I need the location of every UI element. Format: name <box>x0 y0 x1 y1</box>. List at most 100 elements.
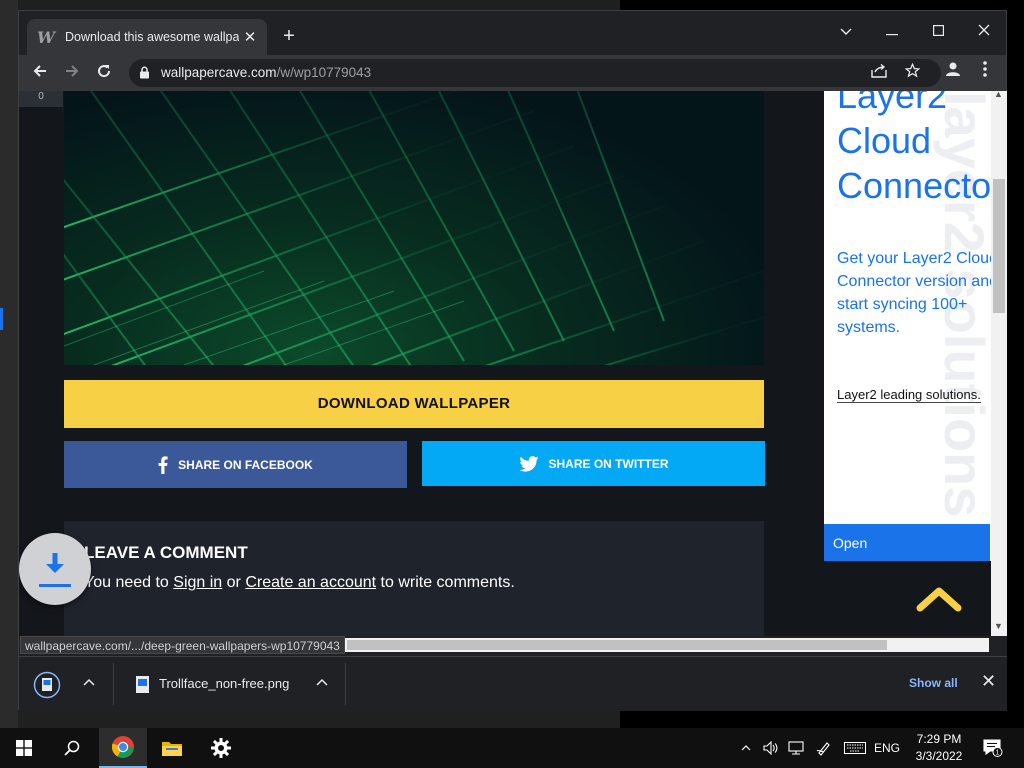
ad-body-line: start syncing 100+ <box>837 296 968 313</box>
background-window-titlebar <box>0 0 620 10</box>
touch-keyboard-button[interactable] <box>842 728 868 768</box>
create-account-link[interactable]: Create an account <box>245 574 376 591</box>
windows-logo-icon <box>16 740 32 756</box>
clock-time: 7:29 PM <box>916 732 962 746</box>
ad-body-line: systems. <box>837 319 901 336</box>
wallpapercave-favicon-icon: W <box>37 27 55 47</box>
action-center-button[interactable]: 1 <box>978 728 1008 768</box>
search-button[interactable] <box>48 728 96 768</box>
profile-button[interactable] <box>940 60 966 86</box>
page-viewport: 0 DOWNLOAD WALLPAPER SHARE ON FACEBOOK S… <box>19 91 1007 636</box>
clock-date: 3/3/2022 <box>915 749 963 763</box>
maximize-icon <box>932 25 944 37</box>
share-facebook-button[interactable]: SHARE ON FACEBOOK <box>64 441 407 488</box>
download-item-chevron-up-icon[interactable] <box>316 673 328 689</box>
minimize-button[interactable] <box>869 17 915 45</box>
link-hover-url: wallpapercave.com/.../deep-green-wallpap… <box>20 636 345 654</box>
pen-workspace-button[interactable] <box>813 728 835 768</box>
scroll-down-arrow-icon[interactable]: ▼ <box>994 621 1003 631</box>
share-twitter-label: SHARE ON TWITTER <box>548 456 669 471</box>
show-all-downloads-link[interactable]: Show all <box>909 676 958 690</box>
ad-body-line: Get your Layer2 Cloud <box>837 250 992 267</box>
image-file-icon[interactable] <box>129 671 157 699</box>
ad-headline-line: Connector <box>837 165 992 206</box>
arrow-right-icon <box>66 65 79 77</box>
share-twitter-button[interactable]: SHARE ON TWITTER <box>422 441 765 486</box>
twitter-bird-icon <box>518 455 539 472</box>
chevron-up-icon <box>741 745 751 751</box>
lock-icon <box>140 66 149 79</box>
volume-button[interactable] <box>760 728 782 768</box>
ad-headline: Layer2 Cloud Connector <box>837 91 992 208</box>
status-bar: wallpapercave.com/.../deep-green-wallpap… <box>19 636 1007 656</box>
tab-active[interactable]: W Download this awesome wallpaper ✕ <box>27 19 267 55</box>
tab-close-icon[interactable]: ✕ <box>241 28 259 46</box>
file-explorer-button[interactable] <box>148 728 196 768</box>
start-button[interactable] <box>0 728 48 768</box>
ad-headline-line: Cloud <box>837 120 932 161</box>
settings-button[interactable] <box>197 728 245 768</box>
search-icon <box>64 740 80 756</box>
ad-open-button[interactable]: Open <box>824 524 990 561</box>
chevron-down-icon <box>840 28 852 35</box>
vertical-scroll-thumb[interactable] <box>993 179 1005 313</box>
input-language-indicator[interactable]: ENG <box>872 728 902 768</box>
comment-section: LEAVE A COMMENT You need to Sign in or C… <box>64 521 764 636</box>
url-path: /w/wp10779043 <box>276 65 372 80</box>
share-icon[interactable] <box>869 63 889 83</box>
maximize-button[interactable] <box>915 17 961 45</box>
scroll-to-top-button[interactable] <box>916 584 962 614</box>
show-hidden-icons-button[interactable] <box>737 728 755 768</box>
network-button[interactable] <box>785 728 807 768</box>
comment-login-prompt: You need to Sign in or Create an account… <box>84 574 515 592</box>
download-divider <box>113 663 114 705</box>
download-arrow-icon <box>39 553 71 587</box>
address-bar[interactable]: wallpapercave.com/w/wp10779043 <box>129 59 941 87</box>
close-window-button[interactable] <box>961 17 1007 45</box>
horizontal-scrollbar[interactable] <box>345 638 989 652</box>
ad-body-text: Get your Layer2 Cloud Connector version … <box>837 247 992 339</box>
facebook-icon <box>158 455 168 474</box>
vertical-scrollbar[interactable]: ▲ ▼ <box>991 91 1007 636</box>
forward-button[interactable] <box>59 60 85 86</box>
floating-download-button[interactable] <box>19 533 91 605</box>
reload-button[interactable] <box>91 60 117 86</box>
comment-heading: LEAVE A COMMENT <box>84 543 248 562</box>
scroll-up-arrow-icon[interactable]: ▲ <box>994 91 1003 99</box>
chevron-up-icon <box>916 587 962 612</box>
downloaded-file-icon[interactable] <box>33 671 61 699</box>
speaker-icon <box>763 741 778 755</box>
advertisement-panel[interactable]: layer2 solutions Layer2 Cloud Connector … <box>824 91 992 561</box>
tab-title: Download this awesome wallpaper <box>65 30 239 44</box>
background-selection-marker <box>0 308 3 330</box>
folder-icon <box>162 742 182 756</box>
url-text[interactable]: wallpapercave.com/w/wp10779043 <box>161 65 371 80</box>
download-item-chevron-up-icon[interactable] <box>83 673 95 689</box>
comment-prefix: You need to <box>84 574 174 591</box>
download-filename[interactable]: Trollface_non-free.png <box>159 676 289 691</box>
ad-headline-line: Layer2 <box>837 91 948 116</box>
horizontal-scroll-thumb[interactable] <box>347 640 887 650</box>
download-divider <box>345 663 346 705</box>
arrow-left-icon <box>33 65 46 77</box>
ad-link[interactable]: Layer2 leading solutions. <box>837 387 981 403</box>
wallpaper-preview-image[interactable] <box>64 91 764 365</box>
bookmark-star-icon[interactable] <box>902 62 922 83</box>
new-tab-button[interactable]: + <box>277 25 301 49</box>
back-button[interactable] <box>27 60 53 86</box>
tab-search-button[interactable] <box>823 17 869 45</box>
corner-counter: 0 <box>19 91 63 107</box>
notification-icon: 1 <box>983 739 1003 757</box>
keyboard-icon <box>844 742 866 754</box>
profile-icon <box>946 62 960 76</box>
menu-button[interactable] <box>972 60 998 86</box>
sign-in-link[interactable]: Sign in <box>173 574 222 591</box>
ad-body-line: Connector version and <box>837 273 992 290</box>
close-downloads-shelf-icon[interactable]: ✕ <box>981 671 996 692</box>
download-wallpaper-button[interactable]: DOWNLOAD WALLPAPER <box>64 380 764 428</box>
close-icon <box>978 24 990 36</box>
chrome-taskbar-button[interactable] <box>99 728 147 768</box>
pen-icon <box>816 742 830 756</box>
background-window-edge <box>0 0 18 730</box>
system-clock[interactable]: 7:29 PM 3/3/2022 <box>902 731 976 765</box>
